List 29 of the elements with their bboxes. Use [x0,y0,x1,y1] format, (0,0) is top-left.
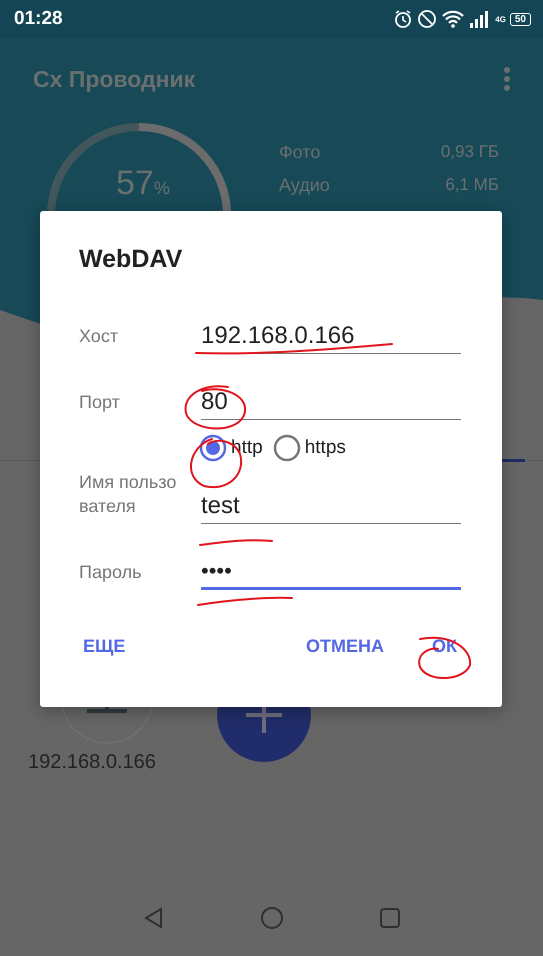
protocol-radio[interactable]: https [272,434,346,462]
field-label: Порт [79,390,121,414]
field-label: Пароль [79,560,142,584]
app-title: Сх Проводник [33,66,196,92]
storage-value: 6,1 МБ [445,175,499,196]
input-field[interactable]: •••• [201,558,461,590]
network-type: 4G [495,15,506,24]
input-field[interactable]: 192.168.0.166 [201,322,461,354]
do-not-disturb-icon [417,9,438,29]
battery-indicator: 50 [510,12,531,26]
alarm-icon [393,9,414,29]
dialog-button[interactable]: ЕЩЕ [79,630,130,663]
field-label: Хост [79,324,120,348]
home-icon[interactable] [260,906,284,930]
storage-label: Аудио [279,175,330,196]
storage-value: 0,93 ГБ [440,142,499,163]
storage-label: Фото [279,142,320,163]
more-menu-icon[interactable] [503,66,511,92]
back-icon[interactable] [142,907,164,929]
input-field[interactable]: 80 [201,388,461,420]
status-time: 01:28 [14,8,63,30]
device-label: 192.168.0.166 [28,751,156,774]
recents-icon[interactable] [378,907,400,929]
dialog-title: WebDAV [79,245,184,274]
dialog-button[interactable]: ОТМЕНА [302,630,388,663]
input-field[interactable]: test [201,492,461,524]
field-label: Имя пользо вателя [79,471,178,518]
wifi-icon [441,9,466,29]
storage-percent: 57% [116,164,170,203]
